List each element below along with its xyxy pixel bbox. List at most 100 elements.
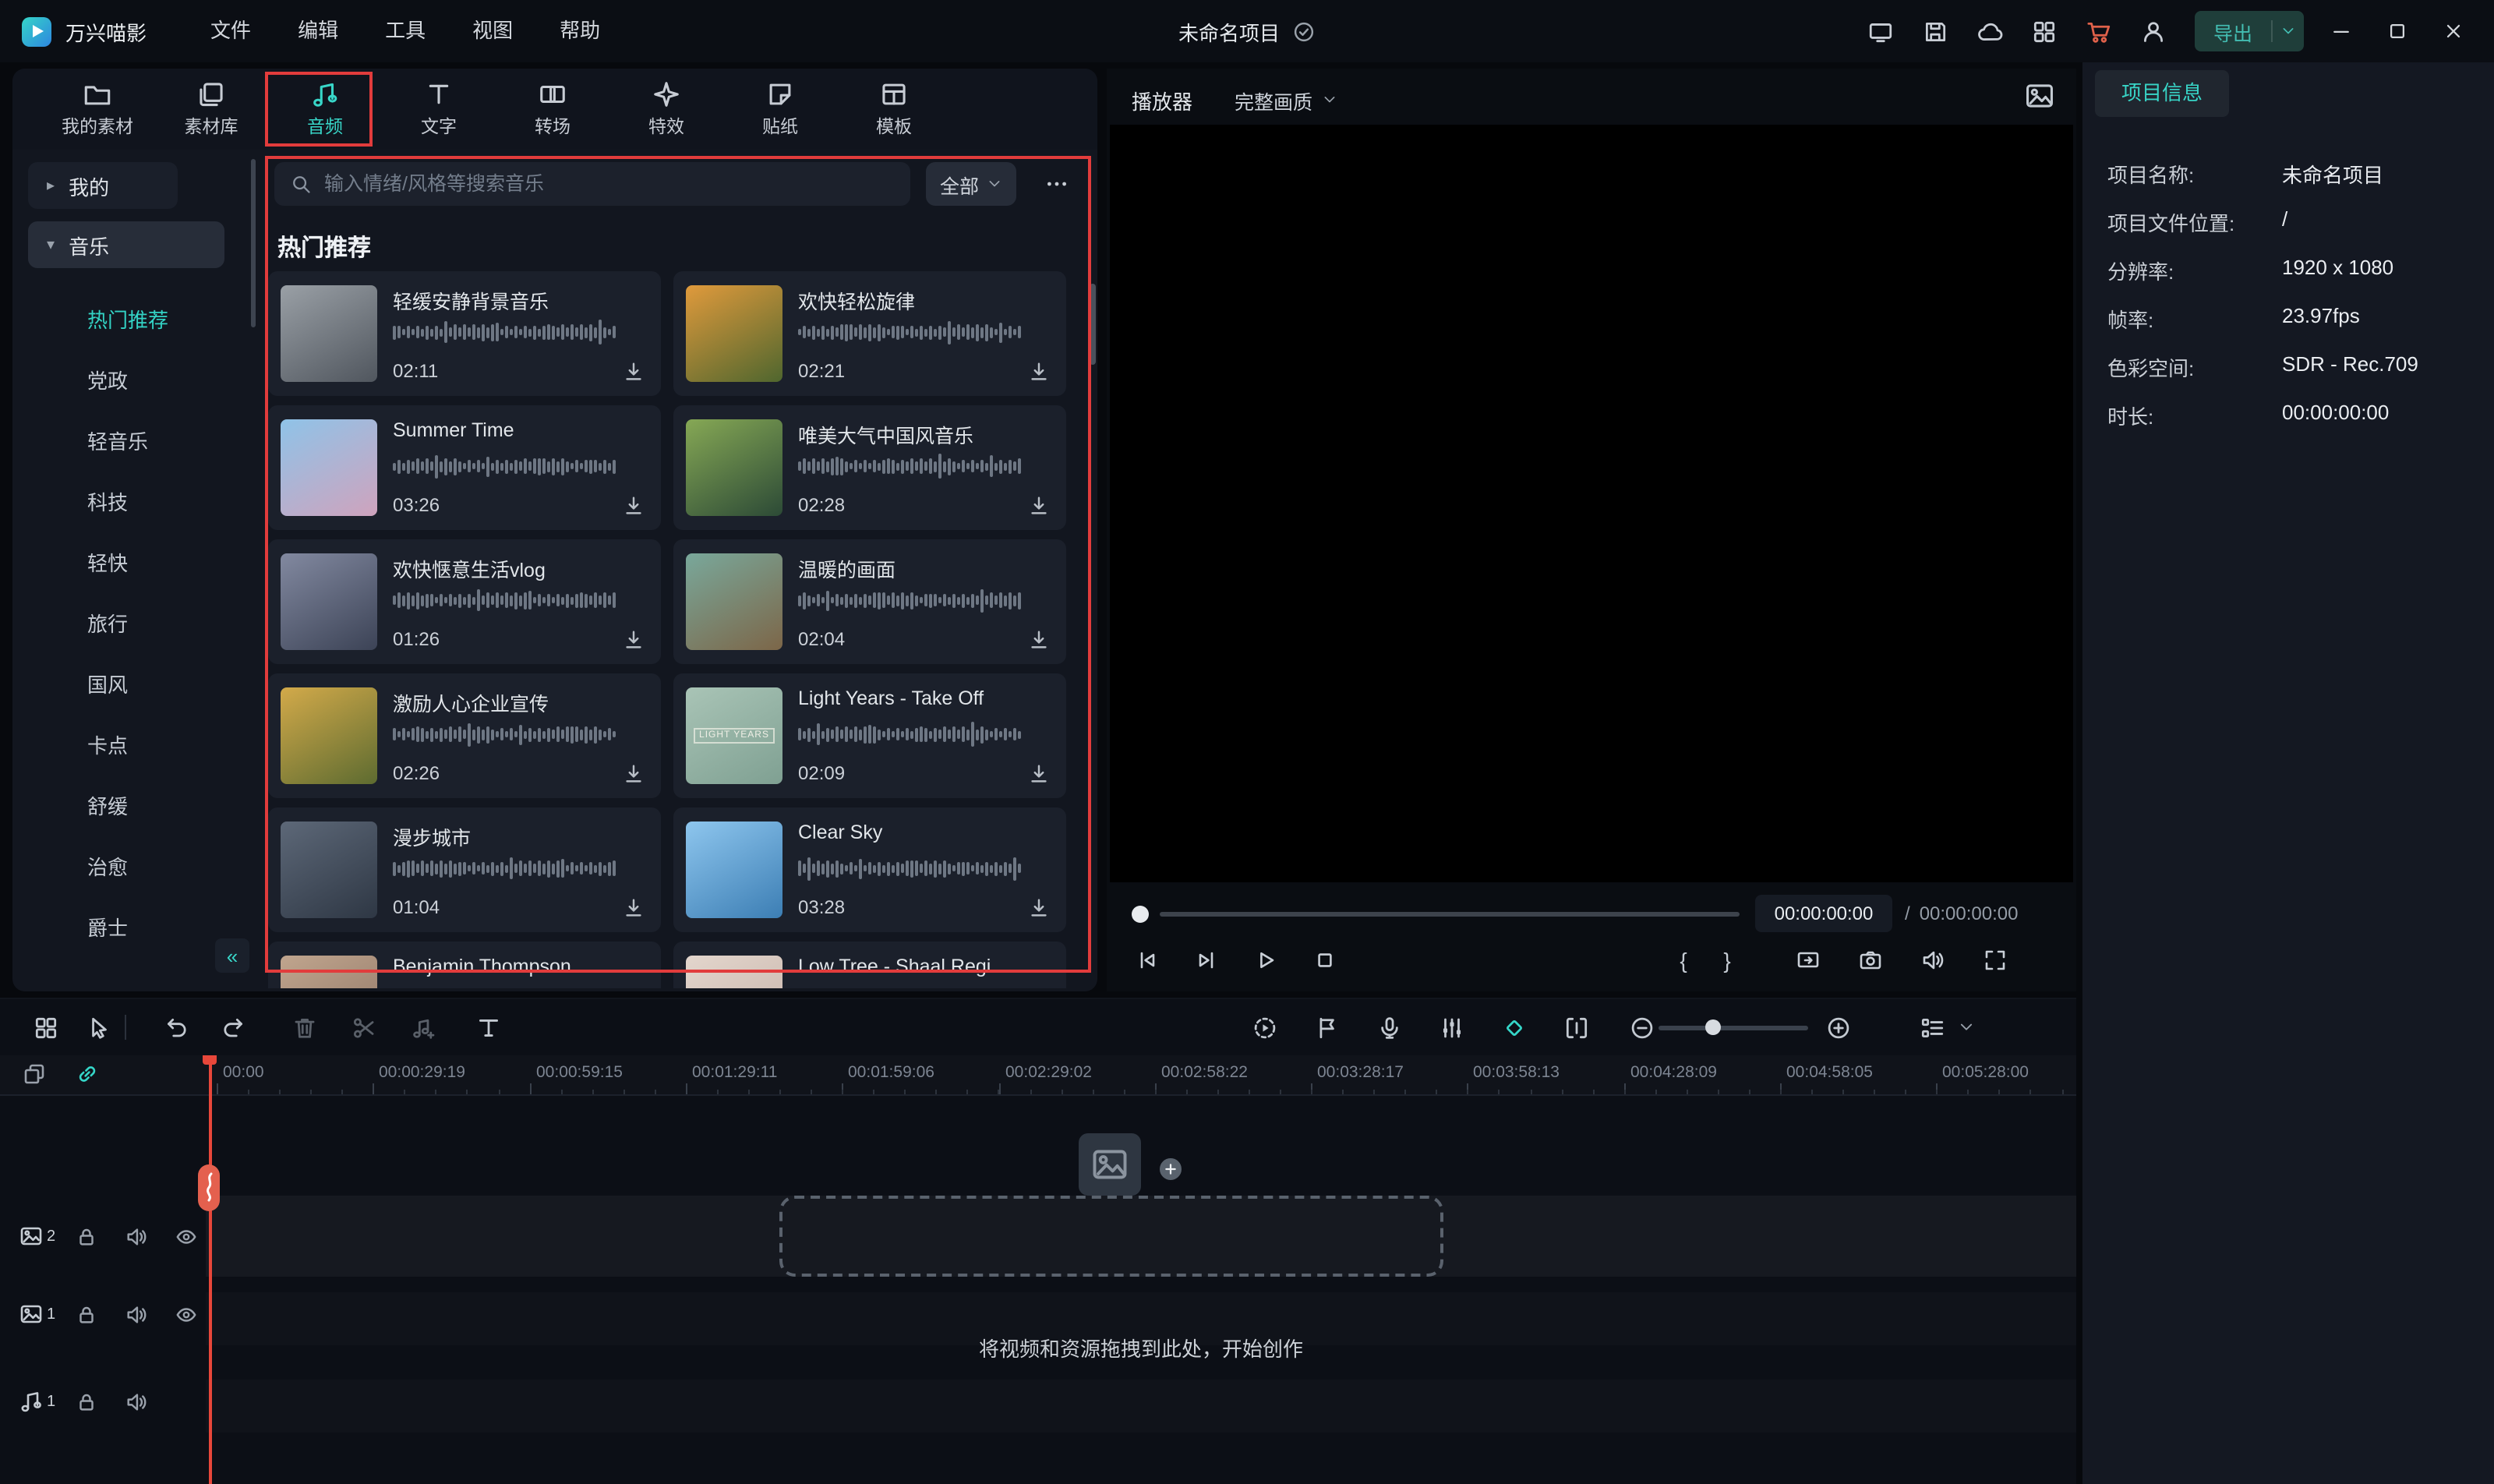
record-voiceover-button[interactable]: [1369, 1007, 1409, 1048]
sidebar-item[interactable]: 轻快: [12, 539, 249, 589]
undo-button[interactable]: [156, 1007, 196, 1048]
select-cursor-button[interactable]: [78, 1007, 118, 1048]
account-icon[interactable]: [2140, 18, 2167, 44]
flag-button[interactable]: [1306, 1007, 1347, 1048]
menu-item[interactable]: 帮助: [536, 0, 624, 62]
download-icon[interactable]: [622, 762, 645, 786]
lock-icon[interactable]: [75, 1390, 98, 1414]
tab-text[interactable]: 文字: [382, 69, 496, 150]
tab-sticker[interactable]: 贴纸: [723, 69, 837, 150]
redo-button[interactable]: [212, 1007, 253, 1048]
more-options-button[interactable]: [1032, 162, 1082, 206]
audio-note-add-button[interactable]: [402, 1007, 443, 1048]
app-logo-icon[interactable]: [22, 16, 51, 46]
media-drop-zone[interactable]: [779, 1196, 1443, 1277]
maximize-button[interactable]: [2379, 12, 2416, 50]
sidebar-item[interactable]: 热门推荐: [12, 296, 249, 346]
render-preview-button[interactable]: [1244, 1007, 1284, 1048]
tab-stock[interactable]: 素材库: [154, 69, 268, 150]
music-card[interactable]: 欢快轻松旋律02:21: [673, 271, 1066, 396]
add-icon[interactable]: [1157, 1155, 1185, 1183]
download-icon[interactable]: [1027, 896, 1051, 920]
menu-item[interactable]: 文件: [187, 0, 274, 62]
tab-audio[interactable]: 音频: [268, 69, 382, 150]
snapshot-button[interactable]: [1849, 938, 1892, 982]
sidebar-scrollbar[interactable]: [251, 159, 256, 327]
download-icon[interactable]: [1027, 628, 1051, 652]
chevron-down-icon[interactable]: [1958, 1018, 1975, 1037]
collapse-sidebar-button[interactable]: «: [215, 938, 249, 973]
playhead-line[interactable]: [209, 1055, 212, 1484]
copy-stack-icon[interactable]: [22, 1062, 47, 1086]
download-icon[interactable]: [622, 896, 645, 920]
zoom-out-button[interactable]: [1621, 1007, 1662, 1048]
search-input[interactable]: [324, 173, 895, 195]
stop-button[interactable]: [1303, 938, 1347, 982]
track-header[interactable]: 2: [0, 1221, 206, 1255]
zoom-slider-track[interactable]: [1659, 1026, 1808, 1030]
music-card[interactable]: Clear Sky03:28: [673, 807, 1066, 932]
music-card[interactable]: 欢快惬意生活vlog01:26: [268, 539, 661, 664]
sidebar-item[interactable]: 国风: [12, 661, 249, 711]
zoom-slider-knob[interactable]: [1705, 1019, 1721, 1035]
sidebar-group-music[interactable]: ▾ 音乐: [28, 221, 224, 268]
download-icon[interactable]: [1027, 360, 1051, 383]
sidebar-item[interactable]: 治愈: [12, 843, 249, 893]
music-card[interactable]: Low Tree - Shaal Regi...: [673, 942, 1066, 988]
export-button[interactable]: 导出: [2195, 11, 2304, 51]
zoom-in-button[interactable]: [1818, 1007, 1858, 1048]
playhead-handle[interactable]: [198, 1164, 220, 1211]
download-icon[interactable]: [1027, 762, 1051, 786]
workspace-grid-icon[interactable]: [2031, 18, 2058, 44]
download-icon[interactable]: [622, 360, 645, 383]
keyframe-button[interactable]: [1493, 1007, 1534, 1048]
split-button[interactable]: [343, 1007, 383, 1048]
mark-out-button[interactable]: }: [1712, 938, 1743, 982]
lock-icon[interactable]: [75, 1303, 98, 1327]
sidebar-item[interactable]: 旅行: [12, 600, 249, 650]
sidebar-item[interactable]: 轻音乐: [12, 418, 249, 468]
menu-item[interactable]: 编辑: [274, 0, 362, 62]
minimize-button[interactable]: [2323, 12, 2360, 50]
seek-knob[interactable]: [1132, 906, 1149, 923]
cloud-upload-icon[interactable]: [1976, 18, 2003, 44]
mark-range-button[interactable]: [1556, 1007, 1596, 1048]
music-card[interactable]: 漫步城市01:04: [268, 807, 661, 932]
download-icon[interactable]: [1027, 494, 1051, 518]
track-view-button[interactable]: [1911, 1007, 1952, 1048]
playhead-cap[interactable]: [203, 1055, 217, 1065]
text-tool-button[interactable]: [468, 1007, 508, 1048]
track-header[interactable]: 1: [0, 1386, 206, 1420]
tab-transition[interactable]: 转场: [496, 69, 609, 150]
sidebar-item[interactable]: 卡点: [12, 722, 249, 772]
fullscreen-button[interactable]: [1973, 938, 2017, 982]
music-card[interactable]: 激励人心企业宣传02:26: [268, 673, 661, 798]
tab-my-media[interactable]: 我的素材: [41, 69, 154, 150]
menu-item[interactable]: 工具: [362, 0, 449, 62]
mute-icon[interactable]: [125, 1390, 148, 1414]
volume-button[interactable]: [1911, 938, 1955, 982]
quality-dropdown[interactable]: 完整画质: [1228, 81, 1344, 118]
prev-frame-button[interactable]: [1125, 938, 1169, 982]
sidebar-item[interactable]: 舒缓: [12, 783, 249, 832]
tab-effects[interactable]: 特效: [609, 69, 723, 150]
music-card[interactable]: 轻缓安静背景音乐02:11: [268, 271, 661, 396]
mute-icon[interactable]: [125, 1225, 148, 1249]
mark-in-button[interactable]: {: [1668, 938, 1699, 982]
save-icon[interactable]: [1922, 18, 1948, 44]
timeline-ruler[interactable]: 00:0000:00:29:1900:00:59:1500:01:29:1100…: [0, 1055, 2076, 1096]
panel-grid-button[interactable]: [25, 1007, 65, 1048]
tab-template[interactable]: 模板: [837, 69, 951, 150]
filter-dropdown[interactable]: 全部: [926, 162, 1016, 206]
cart-icon[interactable]: [2086, 18, 2112, 44]
sidebar-item[interactable]: 爵士: [12, 904, 249, 954]
music-card[interactable]: 温暖的画面02:04: [673, 539, 1066, 664]
music-card[interactable]: LIGHT YEARSLight Years - Take Off02:09: [673, 673, 1066, 798]
track-header[interactable]: 1: [0, 1298, 206, 1333]
delete-button[interactable]: [284, 1007, 324, 1048]
close-button[interactable]: [2435, 12, 2472, 50]
export-dropdown[interactable]: [2273, 11, 2304, 51]
menu-item[interactable]: 视图: [449, 0, 536, 62]
sidebar-item[interactable]: 科技: [12, 479, 249, 528]
seek-track[interactable]: [1160, 912, 1740, 917]
